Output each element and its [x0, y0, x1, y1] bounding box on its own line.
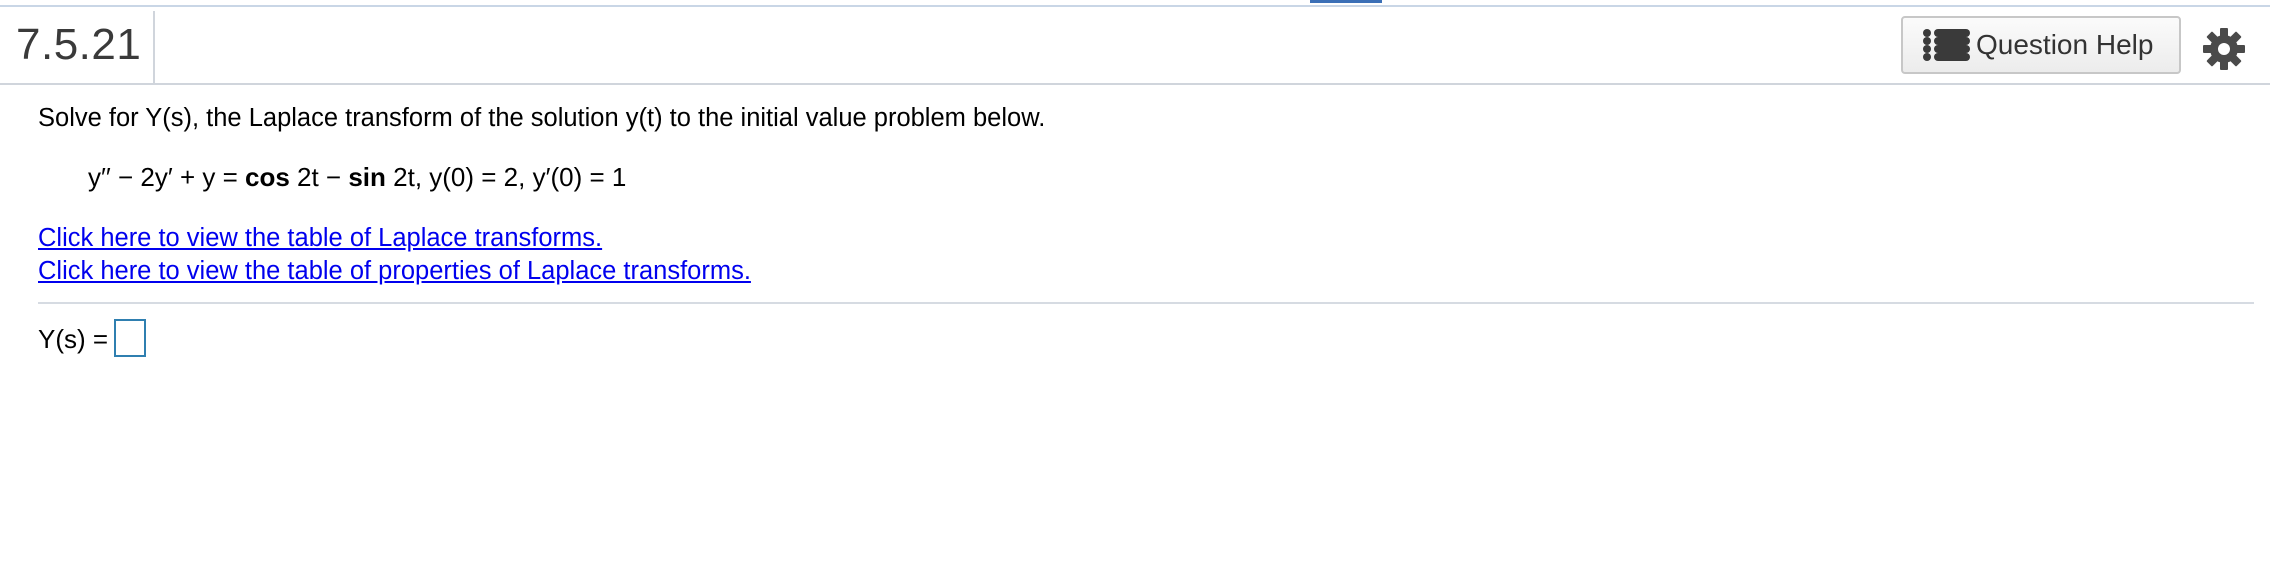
question-help-button[interactable]: Question Help	[1901, 16, 2181, 74]
question-header: 7.5.21 Question Help	[0, 7, 2270, 85]
answer-label: Y(s) =	[38, 324, 109, 354]
top-accent-tab	[1310, 0, 1382, 3]
section-divider	[38, 302, 2254, 304]
gear-icon[interactable]	[2202, 27, 2246, 71]
problem-prompt: Solve for Y(s), the Laplace transform of…	[38, 104, 1046, 132]
list-icon	[1923, 29, 1970, 61]
problem-equation: y′′ − 2y′ + y = cos 2t − sin 2t, y(0) = …	[88, 162, 626, 193]
question-help-label: Question Help	[1976, 29, 2154, 60]
question-number: 7.5.21	[16, 20, 142, 69]
header-divider	[153, 11, 155, 83]
equation-cos-arg: 2t −	[289, 162, 349, 192]
equation-cos: cos	[244, 162, 290, 192]
equation-sin-arg: 2t, y(0) = 2, y′(0) = 1	[385, 162, 627, 192]
equation-lhs: y′′ − 2y′ + y =	[88, 162, 245, 192]
answer-input[interactable]	[114, 319, 146, 357]
laplace-properties-link[interactable]: Click here to view the table of properti…	[38, 257, 751, 286]
equation-sin: sin	[348, 162, 386, 192]
laplace-table-link[interactable]: Click here to view the table of Laplace …	[38, 224, 602, 253]
